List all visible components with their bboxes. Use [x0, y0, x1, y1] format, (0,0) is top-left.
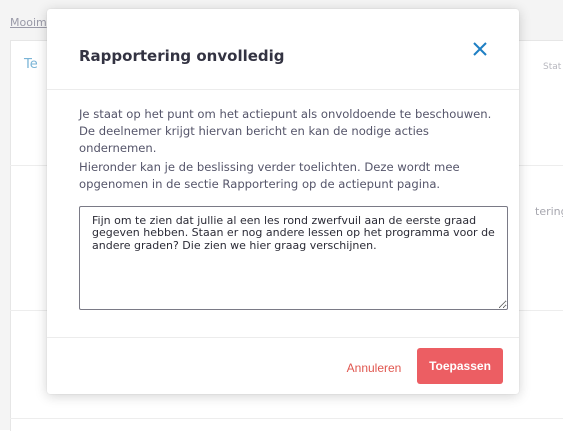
background-status-header: Stat	[543, 62, 562, 72]
close-button[interactable]	[466, 35, 494, 63]
background-divider	[10, 418, 563, 419]
rapportering-modal: Rapportering onvolledig Je staat op het …	[47, 9, 519, 394]
comment-textarea[interactable]: Fijn om te zien dat jullie al een les ro…	[79, 206, 508, 310]
modal-header-divider	[47, 89, 519, 90]
modal-footer-divider	[47, 337, 519, 338]
modal-title: Rapportering onvolledig	[79, 47, 285, 65]
modal-description: Je staat op het punt om het actiepunt al…	[79, 107, 492, 155]
background-section-heading: Te	[24, 57, 38, 72]
cancel-button[interactable]: Annuleren	[341, 357, 407, 379]
modal-instructions: Hieronder kan je de beslissing verder to…	[79, 160, 460, 191]
background-row-text: tering g	[535, 205, 563, 218]
apply-button[interactable]: Toepassen	[417, 348, 503, 384]
breadcrumb-link[interactable]: Mooim	[10, 16, 47, 29]
close-x-icon	[473, 42, 487, 56]
